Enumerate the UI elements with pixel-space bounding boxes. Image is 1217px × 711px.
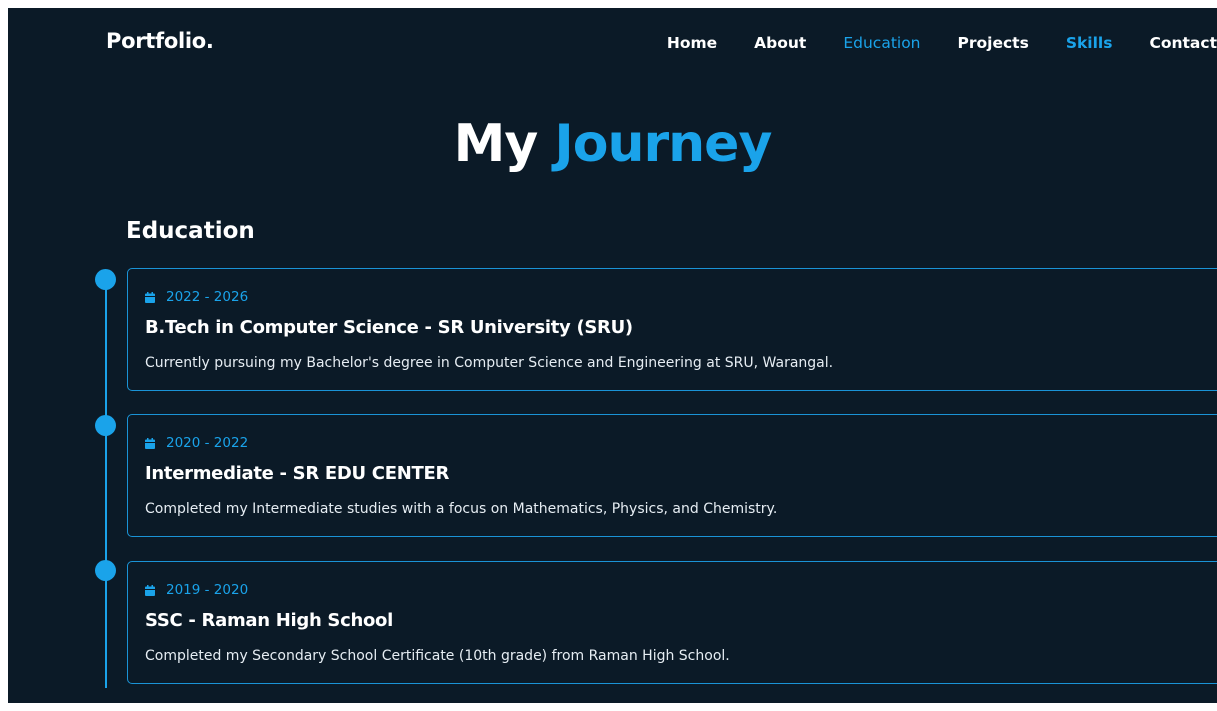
education-card: 2019 - 2020 SSC - Raman High School Comp… <box>127 561 1217 684</box>
site-logo[interactable]: Portfolio. <box>106 29 214 53</box>
page-title-plain: My <box>453 114 539 174</box>
education-title: Intermediate - SR EDU CENTER <box>145 463 449 484</box>
education-date: 2022 - 2026 <box>145 289 248 305</box>
section-title: Education <box>126 218 255 244</box>
education-date-text: 2020 - 2022 <box>166 435 249 451</box>
nav-link-contact[interactable]: Contact <box>1149 34 1217 52</box>
education-card: 2022 - 2026 B.Tech in Computer Science -… <box>127 268 1217 391</box>
main-nav: Home About Education Projects Skills Con… <box>630 32 1217 54</box>
education-title: SSC - Raman High School <box>145 610 393 631</box>
timeline-dot <box>95 269 116 290</box>
calendar-icon <box>145 437 155 449</box>
nav-link-skills[interactable]: Skills <box>1066 34 1113 52</box>
education-description: Completed my Intermediate studies with a… <box>145 501 778 517</box>
page-title-accent: Journey <box>554 114 772 174</box>
nav-link-education[interactable]: Education <box>843 34 920 52</box>
timeline-line <box>105 276 107 688</box>
education-card: 2020 - 2022 Intermediate - SR EDU CENTER… <box>127 414 1217 537</box>
education-description: Currently pursuing my Bachelor's degree … <box>145 355 834 371</box>
nav-link-projects[interactable]: Projects <box>958 34 1029 52</box>
nav-link-home[interactable]: Home <box>667 34 717 52</box>
page-title: My Journey <box>8 114 1217 174</box>
timeline-dot <box>95 560 116 581</box>
timeline-dot <box>95 415 116 436</box>
education-title: B.Tech in Computer Science - SR Universi… <box>145 317 633 338</box>
page: Portfolio. Home About Education Projects… <box>8 8 1217 703</box>
calendar-icon <box>145 291 155 303</box>
education-description: Completed my Secondary School Certificat… <box>145 648 730 664</box>
calendar-icon <box>145 584 155 596</box>
education-date: 2019 - 2020 <box>145 582 248 598</box>
education-date-text: 2022 - 2026 <box>166 289 249 305</box>
nav-link-about[interactable]: About <box>754 34 806 52</box>
education-date-text: 2019 - 2020 <box>166 582 249 598</box>
education-date: 2020 - 2022 <box>145 435 248 451</box>
